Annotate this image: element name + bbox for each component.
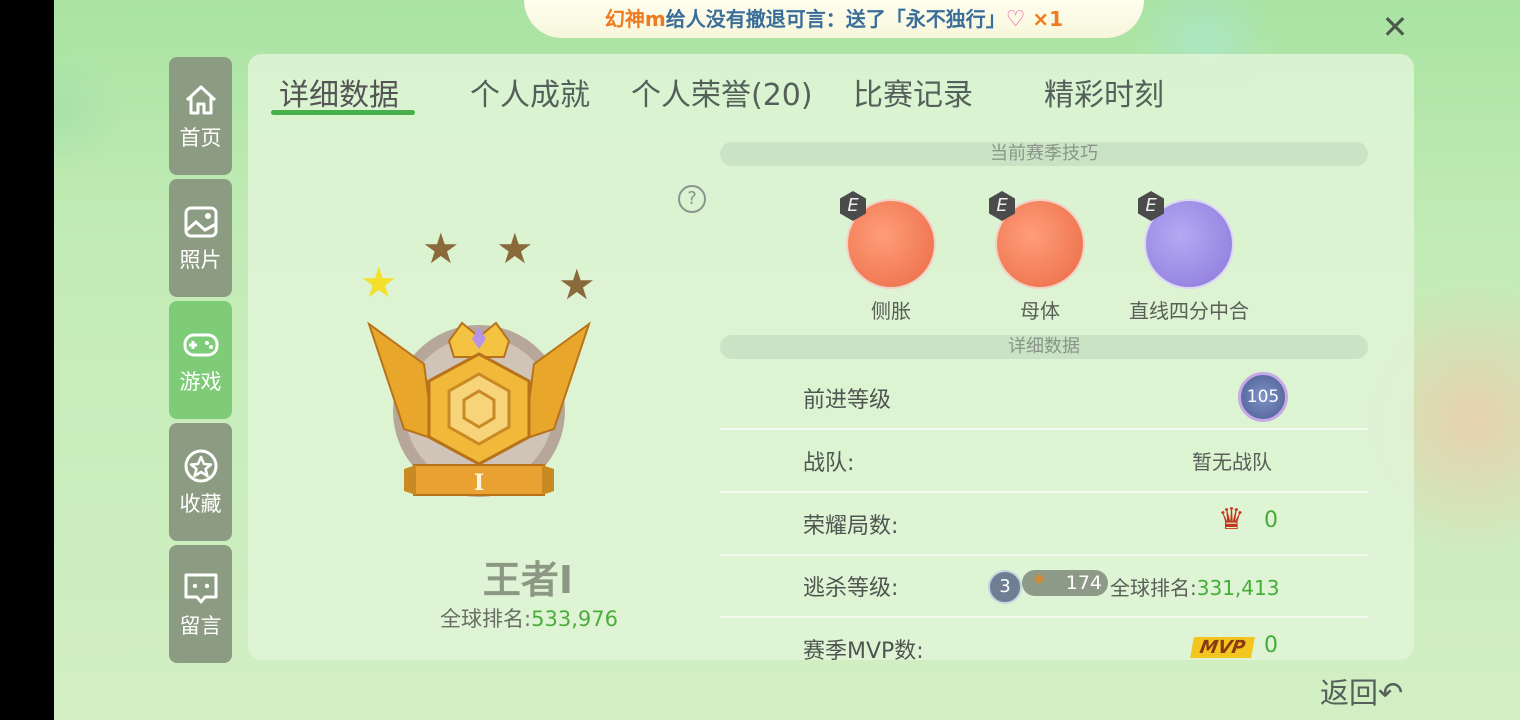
banner-sender: 幻神m [604,7,666,31]
global-rank-label: 全球排名: [440,607,532,631]
gamepad-icon [183,333,218,357]
back-button[interactable]: 返回↶ [1320,670,1403,712]
skill-badge: E [840,191,866,221]
rank-stars: ★ ★ ★ ★ [360,224,610,309]
skill-badge: E [989,191,1015,221]
nav-item-games[interactable]: 游戏 [169,301,232,419]
row-team: 战队: 暂无战队 [720,429,1368,493]
star-empty-icon: ★ [558,260,596,309]
skill-swirl-icon: E [840,191,936,289]
profile-panel: 详细数据 个人成就 个人荣誉(20) 比赛记录 精彩时刻 ? ★ ★ ★ ★ I… [248,54,1414,660]
tab-bar: 详细数据 个人成就 个人荣誉(20) 比赛记录 精彩时刻 [248,54,1414,115]
tab-honors[interactable]: 个人荣誉(20) [631,70,813,114]
skill-item[interactable]: E 母体 [975,191,1105,324]
team-label: 战队: [803,451,855,476]
side-navigation: 首页 照片 游戏 收藏 留言 [169,57,232,667]
skill-badge: E [1138,191,1164,221]
star-empty-icon: ★ [496,224,534,273]
star-empty-icon: ★ [422,224,460,273]
skill-planet-icon: E [1138,191,1234,289]
close-icon[interactable]: ✕ [1380,11,1410,43]
nav-label-games: 游戏 [179,370,222,394]
advance-level-badge: 105 [1238,372,1288,422]
escape-rank-value: 331,413 [1196,576,1280,600]
nav-item-photos[interactable]: 照片 [169,179,232,297]
escape-rank: 全球排名:331,413 [1110,572,1279,601]
gift-notification-banner: 幻神m给人没有撤退可言：送了「永不独行」♡ ×1 [524,0,1144,38]
skill-item[interactable]: E 侧胀 [826,191,956,324]
tab-achievements[interactable]: 个人成就 [470,70,590,114]
mvp-value: 0 [1264,633,1278,658]
row-mvp: 赛季MVP数: MVP 0 [720,617,1368,660]
back-label: 返回 [1320,676,1379,710]
escape-rank-label: 全球排名: [1110,576,1197,600]
medal-icon: ✦ [1030,568,1049,593]
nav-item-favorites[interactable]: 收藏 [169,423,232,541]
nav-label-photos: 照片 [179,248,222,272]
skill-orbit-icon: E [989,191,1085,289]
skill-label: 母体 [1020,299,1060,323]
rank-medal-icon: I [367,321,591,497]
nav-label-home: 首页 [179,126,222,150]
team-value: 暂无战队 [1192,450,1272,474]
medal-tier-numeral: I [474,470,484,496]
mvp-label: 赛季MVP数: [803,639,924,660]
banner-message-1: 给人没有撤退可言： [665,7,846,31]
active-tab-indicator [271,110,415,115]
row-glory: 荣耀局数: ♛ 0 [720,492,1368,556]
nav-label-messages: 留言 [179,614,222,638]
nav-item-home[interactable]: 首页 [169,57,232,175]
game-profile-screen: 幻神m给人没有撤退可言：送了「永不独行」♡ ×1 ✕ 首页 照片 游戏 收藏 留… [54,0,1520,720]
escape-level-badge: 3 [988,570,1022,604]
nav-label-favorites: 收藏 [179,492,222,516]
glory-crown-icon: ♛ [1218,502,1245,537]
skill-item[interactable]: E 直线四分中合 [1124,191,1254,324]
escape-label: 逃杀等级: [803,576,899,601]
banner-message-2: 送了「永不独行」 [845,7,1006,31]
banner-count: ×1 [1032,7,1064,31]
tab-details[interactable]: 详细数据 [279,70,399,114]
row-escape-level: 逃杀等级: 3 174 ✦ 全球排名:331,413 [720,554,1368,618]
message-icon [184,573,217,604]
row-advance-level: 前进等级 105 [720,366,1368,430]
skill-label: 侧胀 [871,299,911,323]
tab-matches[interactable]: 比赛记录 [853,70,973,114]
photo-icon [184,206,217,238]
rank-name: 王者Ⅰ [482,558,574,602]
glory-value: 0 [1264,508,1278,533]
star-filled-icon: ★ [360,258,398,307]
skill-label: 直线四分中合 [1129,299,1249,323]
glory-label: 荣耀局数: [803,514,899,539]
home-icon [185,85,216,115]
advance-level-label: 前进等级 [803,388,892,413]
details-section-header: 详细数据 [720,335,1368,359]
global-rank-value: 533,976 [531,607,618,631]
back-arrow-icon: ↶ [1378,676,1404,711]
heart-gift-icon: ♡ [1005,7,1026,32]
mvp-badge: MVP [1190,637,1255,658]
tab-highlights[interactable]: 精彩时刻 [1044,70,1164,114]
skills-section-header: 当前赛季技巧 [720,142,1368,166]
star-icon [184,449,217,483]
global-rank: 全球排名:533,976 [384,603,674,633]
help-icon[interactable]: ? [678,185,706,213]
nav-item-messages[interactable]: 留言 [169,545,232,663]
